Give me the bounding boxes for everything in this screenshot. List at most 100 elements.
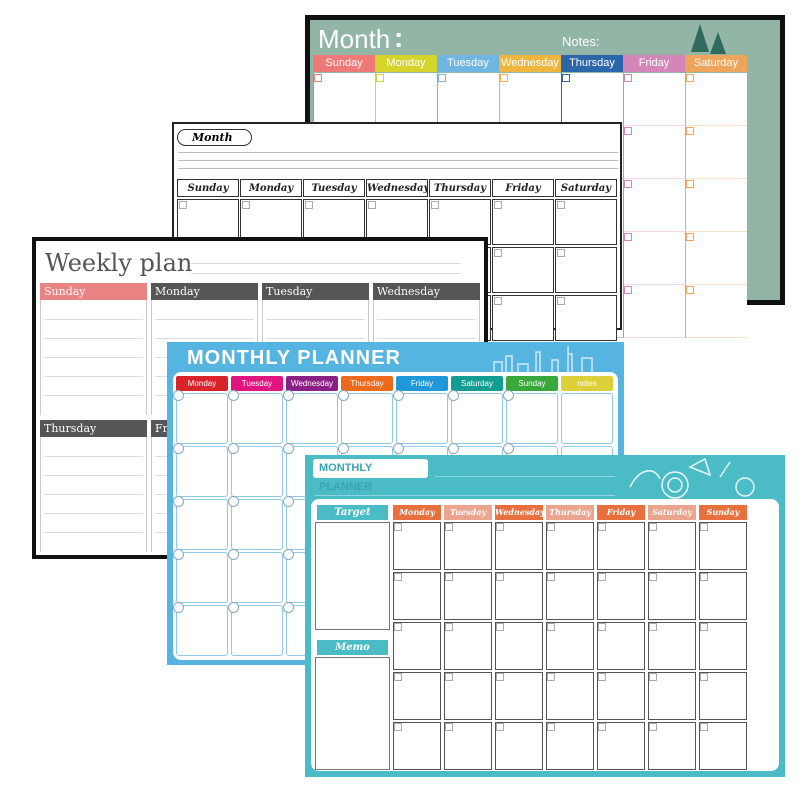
day-cell[interactable] (561, 393, 613, 444)
checkbox[interactable] (649, 673, 657, 681)
checkbox[interactable] (445, 623, 453, 631)
checkbox[interactable] (624, 233, 632, 241)
checkbox[interactable] (598, 673, 606, 681)
day-cell[interactable] (231, 446, 283, 497)
day-cell[interactable] (623, 73, 685, 126)
checkbox[interactable] (494, 297, 502, 305)
checkbox[interactable] (557, 249, 565, 257)
checkbox[interactable] (557, 297, 565, 305)
checkbox[interactable] (496, 623, 504, 631)
day-cell[interactable] (286, 393, 338, 444)
day-cell[interactable] (375, 73, 437, 126)
checkbox[interactable] (649, 573, 657, 581)
checkbox[interactable] (547, 623, 555, 631)
day-cell[interactable] (685, 126, 747, 179)
day-cell[interactable] (685, 73, 747, 126)
checkbox[interactable] (496, 523, 504, 531)
day-cell[interactable] (176, 552, 228, 603)
day-cell[interactable] (685, 285, 747, 338)
day-cell[interactable] (176, 499, 228, 550)
checkbox[interactable] (547, 723, 555, 731)
checkbox[interactable] (376, 74, 384, 82)
checkbox[interactable] (562, 74, 570, 82)
checkbox[interactable] (649, 623, 657, 631)
day-cell[interactable] (685, 179, 747, 232)
checkbox[interactable] (368, 201, 376, 209)
checkbox[interactable] (624, 127, 632, 135)
checkbox[interactable] (557, 201, 565, 209)
checkbox[interactable] (394, 523, 402, 531)
checkbox[interactable] (394, 623, 402, 631)
day-header-sunday: Sunday (177, 179, 239, 197)
day-cell[interactable] (396, 393, 448, 444)
checkbox[interactable] (305, 201, 313, 209)
checkbox[interactable] (686, 127, 694, 135)
checkbox[interactable] (494, 249, 502, 257)
checkbox[interactable] (624, 74, 632, 82)
checkbox[interactable] (700, 573, 708, 581)
checkbox[interactable] (314, 74, 322, 82)
day-header-tuesday: Tuesday (231, 376, 283, 391)
day-cell[interactable] (176, 393, 228, 444)
day-cell[interactable] (176, 446, 228, 497)
checkbox[interactable] (700, 673, 708, 681)
checkbox[interactable] (624, 286, 632, 294)
checkbox[interactable] (242, 201, 250, 209)
checkbox[interactable] (686, 286, 694, 294)
checkbox[interactable] (686, 74, 694, 82)
checkbox[interactable] (445, 523, 453, 531)
checkbox[interactable] (496, 673, 504, 681)
checkbox[interactable] (598, 623, 606, 631)
day-cell[interactable] (499, 73, 561, 126)
day-cell[interactable] (341, 393, 393, 444)
checkbox[interactable] (700, 523, 708, 531)
day-cell[interactable] (623, 232, 685, 285)
day-cell[interactable] (561, 73, 623, 126)
day-cell[interactable] (437, 73, 499, 126)
checkbox[interactable] (445, 673, 453, 681)
checkbox[interactable] (494, 201, 502, 209)
ruled-line (44, 475, 143, 476)
checkbox[interactable] (431, 201, 439, 209)
checkbox[interactable] (445, 723, 453, 731)
checkbox[interactable] (500, 74, 508, 82)
day-cell[interactable] (176, 605, 228, 656)
day-cell[interactable] (685, 232, 747, 285)
checkbox[interactable] (394, 573, 402, 581)
checkbox[interactable] (624, 180, 632, 188)
checkbox[interactable] (394, 673, 402, 681)
checkbox[interactable] (179, 201, 187, 209)
memo-box[interactable] (315, 657, 390, 770)
checkbox[interactable] (598, 523, 606, 531)
checkbox[interactable] (686, 233, 694, 241)
checkbox[interactable] (547, 673, 555, 681)
checkbox[interactable] (686, 180, 694, 188)
checkbox[interactable] (700, 623, 708, 631)
checkbox[interactable] (700, 723, 708, 731)
checkbox[interactable] (649, 723, 657, 731)
checkbox[interactable] (547, 523, 555, 531)
checkbox[interactable] (547, 573, 555, 581)
day-cell[interactable] (623, 126, 685, 179)
day-cell[interactable] (231, 499, 283, 550)
checkbox[interactable] (496, 573, 504, 581)
month-title: Month (177, 129, 252, 146)
pine-trees-icon (688, 22, 728, 56)
checkbox[interactable] (394, 723, 402, 731)
circle-marker (228, 390, 239, 401)
day-cell[interactable] (231, 552, 283, 603)
checkbox[interactable] (598, 723, 606, 731)
checkbox[interactable] (445, 573, 453, 581)
day-cell[interactable] (451, 393, 503, 444)
day-cell[interactable] (506, 393, 558, 444)
day-cell[interactable] (623, 285, 685, 338)
day-cell[interactable] (623, 179, 685, 232)
checkbox[interactable] (496, 723, 504, 731)
checkbox[interactable] (649, 523, 657, 531)
checkbox[interactable] (438, 74, 446, 82)
day-cell[interactable] (231, 393, 283, 444)
day-cell[interactable] (231, 605, 283, 656)
target-box[interactable] (315, 522, 390, 630)
checkbox[interactable] (598, 573, 606, 581)
day-cell[interactable] (313, 73, 375, 126)
